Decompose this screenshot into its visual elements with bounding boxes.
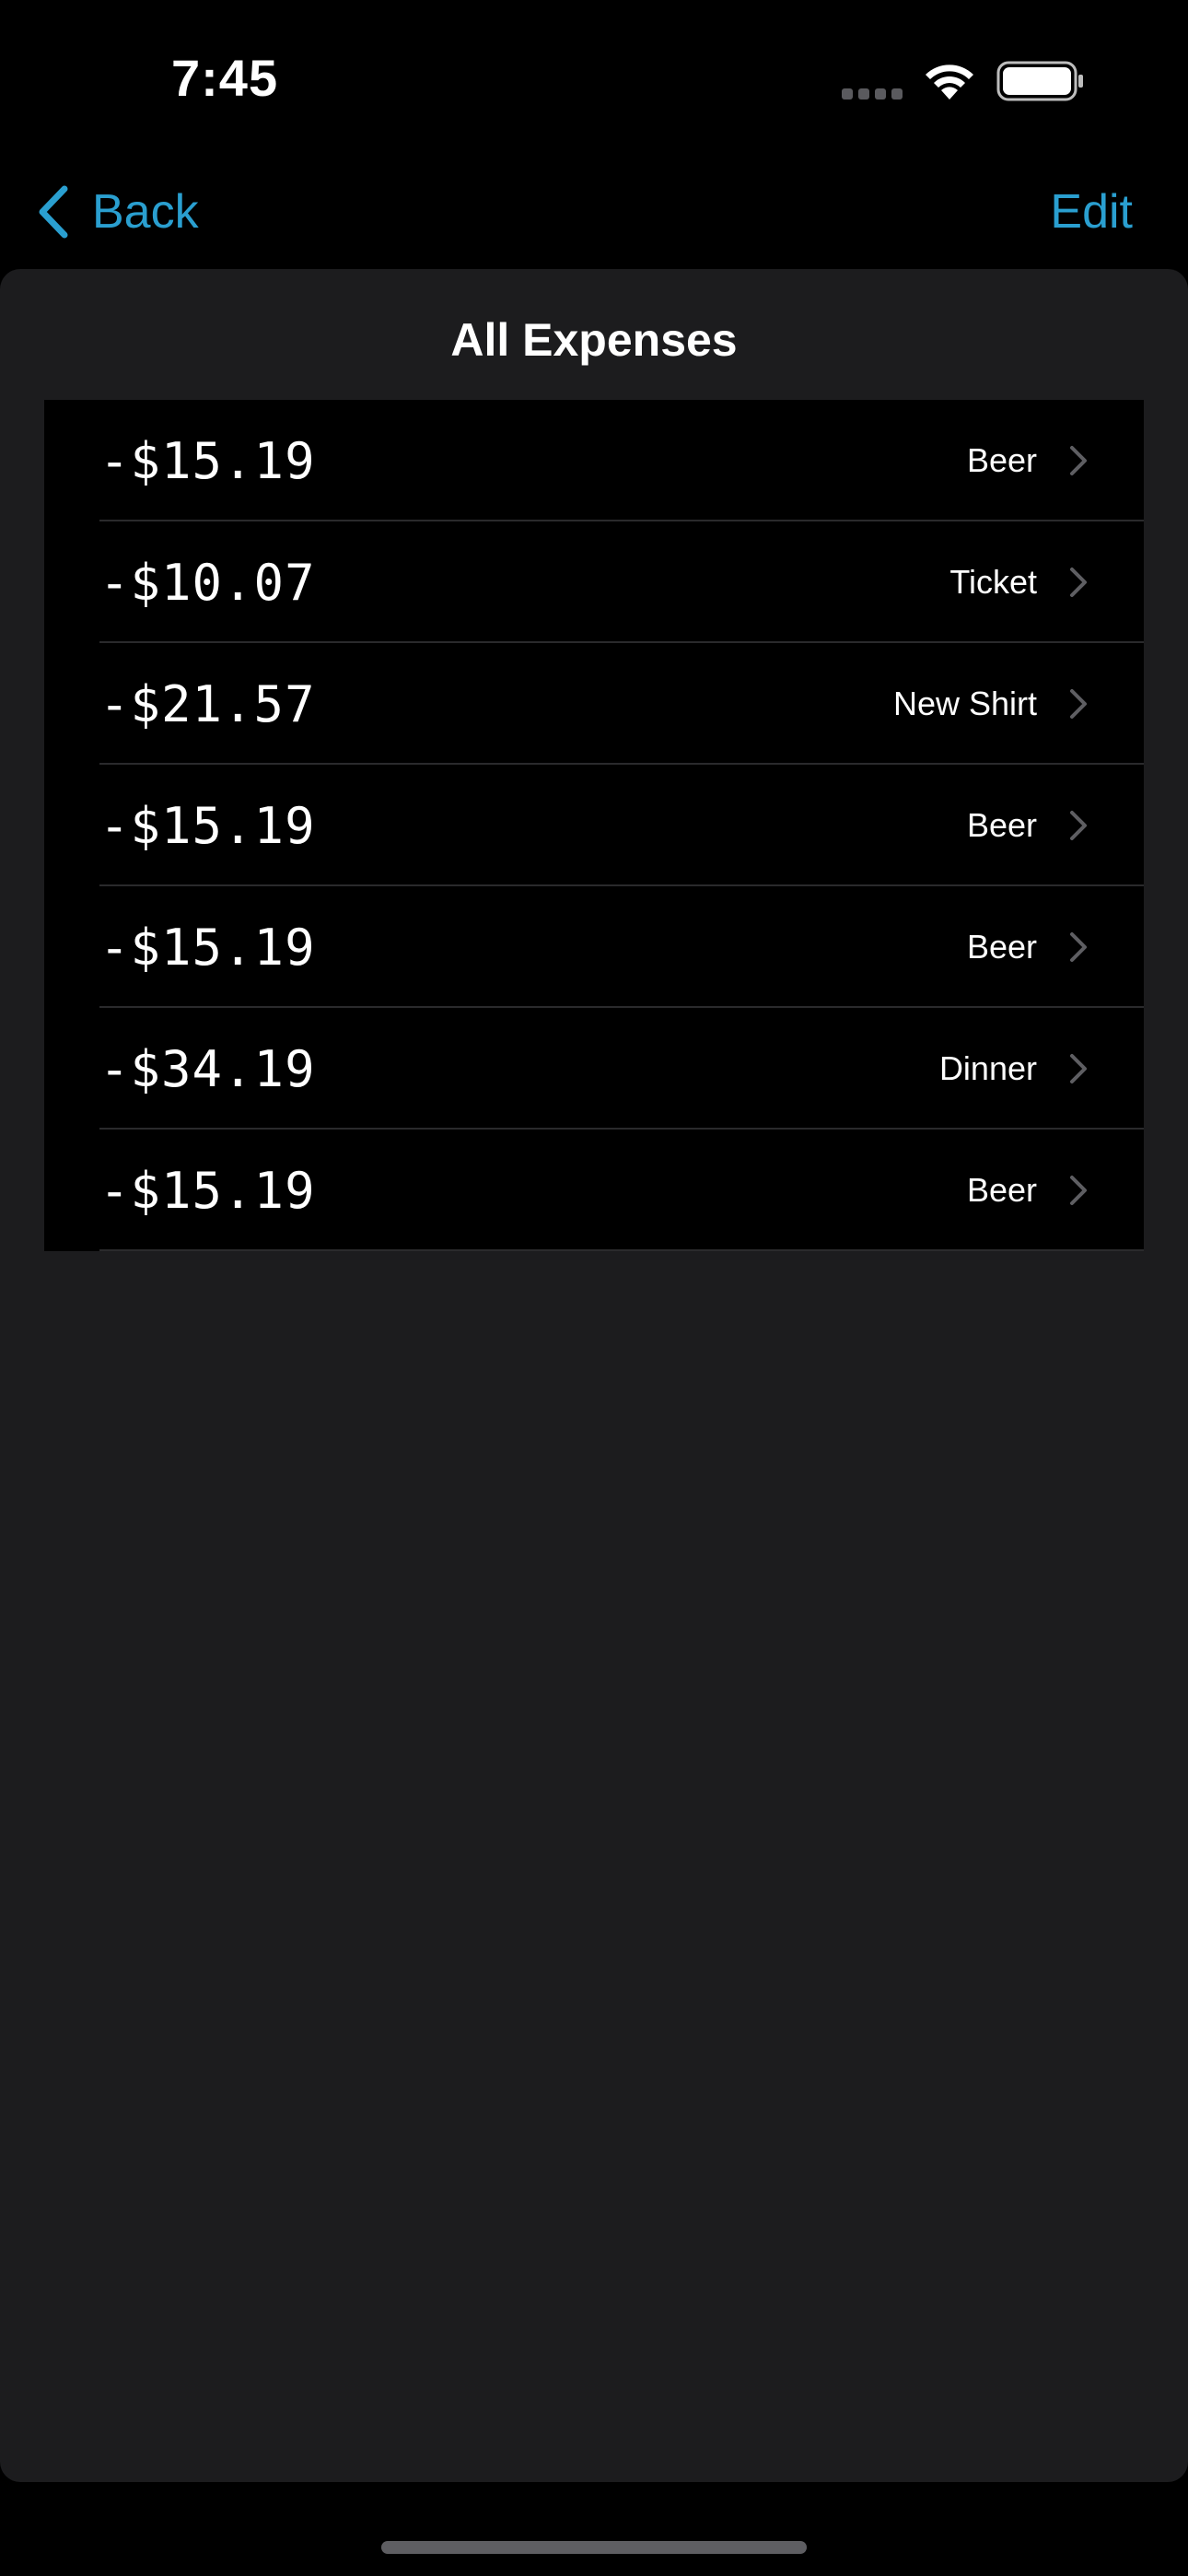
chevron-right-icon [1070, 811, 1087, 840]
expense-category: Dinner [938, 1049, 1037, 1087]
cellular-signal-icon [842, 85, 906, 100]
battery-icon [996, 61, 1083, 101]
status-time: 7:45 [171, 49, 279, 107]
chevron-left-icon [39, 185, 68, 239]
expense-amount: -$15.19 [99, 796, 316, 855]
chevron-right-icon [1070, 446, 1087, 475]
expense-category: Beer [966, 1171, 1037, 1209]
expense-category: Beer [966, 928, 1037, 966]
chevron-right-icon [1070, 1176, 1087, 1205]
edit-button[interactable]: Edit [1050, 175, 1133, 249]
status-bar: 7:45 [0, 0, 1188, 166]
expenses-sheet: All Expenses -$15.19 Beer -$10.07 Ticket… [0, 269, 1188, 2482]
expense-row[interactable]: -$21.57 New Shirt [44, 643, 1144, 765]
expense-amount: -$21.57 [99, 674, 316, 733]
expense-row[interactable]: -$15.19 Beer [44, 765, 1144, 886]
expense-amount: -$15.19 [99, 431, 316, 490]
chevron-right-icon [1070, 1054, 1087, 1083]
expense-row[interactable]: -$15.19 Beer [44, 886, 1144, 1008]
expense-row[interactable]: -$34.19 Dinner [44, 1008, 1144, 1130]
expense-amount: -$15.19 [99, 1161, 316, 1220]
expense-amount: -$10.07 [99, 553, 316, 612]
expense-row[interactable]: -$10.07 Ticket [44, 521, 1144, 643]
expense-amount: -$15.19 [99, 918, 316, 977]
expense-list: -$15.19 Beer -$10.07 Ticket -$21.57 New … [44, 400, 1144, 1251]
chevron-right-icon [1070, 689, 1087, 719]
wifi-icon [926, 64, 973, 100]
back-button[interactable]: Back [33, 175, 199, 249]
expense-category: New Shirt [892, 685, 1037, 722]
expense-category: Beer [966, 441, 1037, 479]
navigation-bar: Back Edit [0, 166, 1188, 269]
chevron-right-icon [1070, 932, 1087, 962]
expense-amount: -$34.19 [99, 1039, 316, 1098]
expense-category: Beer [966, 806, 1037, 844]
expense-row[interactable]: -$15.19 Beer [44, 400, 1144, 521]
chevron-right-icon [1070, 568, 1087, 597]
page-title: All Expenses [450, 314, 738, 366]
home-indicator[interactable] [381, 2541, 807, 2554]
back-label: Back [92, 185, 199, 239]
expense-category: Ticket [949, 563, 1037, 601]
expense-row[interactable]: -$15.19 Beer [44, 1130, 1144, 1251]
